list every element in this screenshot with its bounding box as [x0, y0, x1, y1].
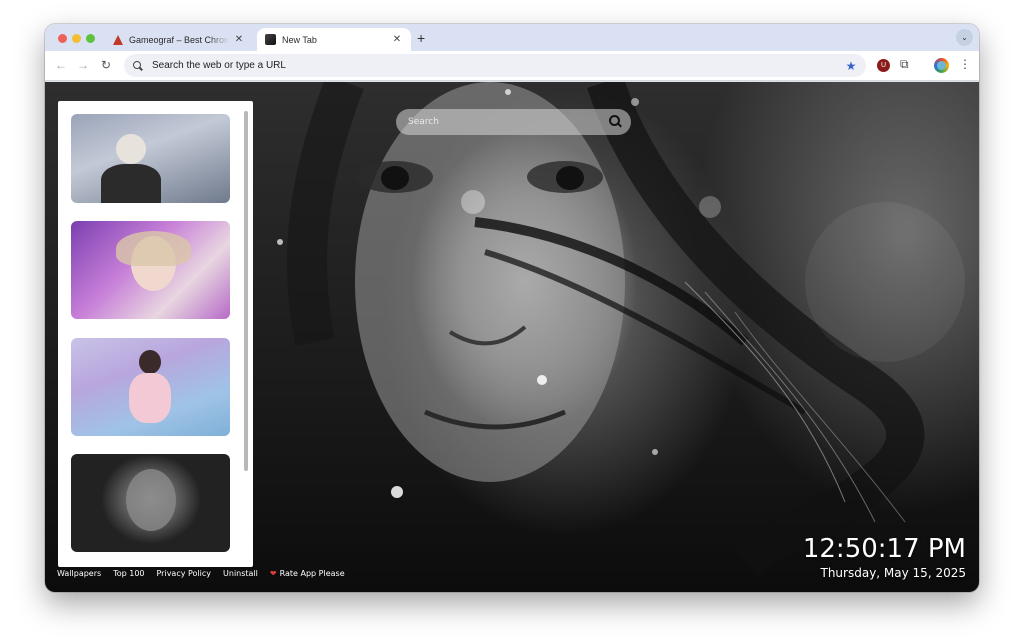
search-icon[interactable]: [609, 115, 623, 129]
address-bar-placeholder[interactable]: Search the web or type a URL: [152, 60, 842, 71]
search-icon: [132, 60, 144, 72]
sidebar-scrollbar[interactable]: [244, 111, 248, 471]
tab-strip: Gameograf – Best Chrome Ext ✕ New Tab ✕ …: [45, 24, 979, 51]
footer-link-rate-app[interactable]: ❤ Rate App Please: [270, 569, 345, 578]
footer-link-uninstall[interactable]: Uninstall: [223, 569, 258, 578]
profile-avatar-icon[interactable]: [934, 58, 949, 73]
figure-shape: [116, 134, 146, 164]
tab-title: New Tab: [282, 34, 317, 45]
footer-link-privacy-policy[interactable]: Privacy Policy: [157, 569, 212, 578]
wallpaper-thumbnail-monochrome[interactable]: [71, 454, 230, 552]
zoom-window-button[interactable]: [86, 34, 95, 43]
gameograf-favicon-icon: [113, 34, 123, 45]
tab-gameograf[interactable]: Gameograf – Best Chrome Ext ✕: [105, 28, 253, 51]
back-arrow-icon[interactable]: ←: [53, 58, 69, 72]
browser-toolbar: ← → ↻ Search the web or type a URL ★ U ⧉…: [45, 51, 979, 81]
forward-arrow-icon[interactable]: →: [75, 58, 91, 72]
wallpaper-thumbnail-pink-portrait[interactable]: [71, 221, 230, 319]
wallpaper-sidebar: [58, 101, 253, 567]
close-window-button[interactable]: [58, 34, 67, 43]
tab-new-tab[interactable]: New Tab ✕: [257, 28, 411, 51]
minimize-window-button[interactable]: [72, 34, 81, 43]
footer-link-wallpapers[interactable]: Wallpapers: [57, 569, 101, 578]
new-tab-favicon-icon: [265, 34, 276, 45]
figure-shape: [126, 469, 176, 531]
extensions-puzzle-icon[interactable]: ⧉: [900, 57, 909, 72]
ublock-extension-icon[interactable]: U: [877, 59, 890, 72]
search-box: [396, 109, 631, 135]
new-tab-page: 12:50:17 PM Thursday, May 15, 2025 Wallp…: [45, 82, 979, 592]
rate-app-label: Rate App Please: [279, 569, 345, 578]
tab-search-chevron-icon[interactable]: ⌄: [956, 29, 973, 46]
figure-shape: [139, 350, 161, 374]
footer-links: Wallpapers Top 100 Privacy Policy Uninst…: [57, 569, 345, 578]
close-tab-icon[interactable]: ✕: [391, 34, 403, 45]
footer-link-top-100[interactable]: Top 100: [113, 569, 144, 578]
address-bar[interactable]: Search the web or type a URL ★: [124, 54, 866, 77]
figure-shape: [116, 231, 191, 266]
search-input[interactable]: [396, 117, 609, 127]
browser-menu-icon[interactable]: ⋮: [959, 57, 971, 71]
browser-window: Gameograf – Best Chrome Ext ✕ New Tab ✕ …: [45, 24, 979, 592]
figure-shape: [101, 164, 161, 203]
bookmark-star-icon[interactable]: ★: [842, 59, 860, 73]
clock-date: Thursday, May 15, 2025: [820, 566, 967, 580]
reload-icon[interactable]: ↻: [98, 58, 114, 72]
heart-icon: ❤: [269, 569, 277, 578]
close-tab-icon[interactable]: ✕: [233, 34, 245, 45]
new-tab-button[interactable]: +: [417, 30, 425, 46]
clock-time: 12:50:17 PM: [802, 534, 966, 564]
tab-title: Gameograf – Best Chrome Ext: [129, 34, 229, 45]
figure-shape: [129, 373, 171, 423]
wallpaper-thumbnail-archer[interactable]: [71, 114, 230, 203]
wallpaper-thumbnail-pastel-seated[interactable]: [71, 338, 230, 436]
